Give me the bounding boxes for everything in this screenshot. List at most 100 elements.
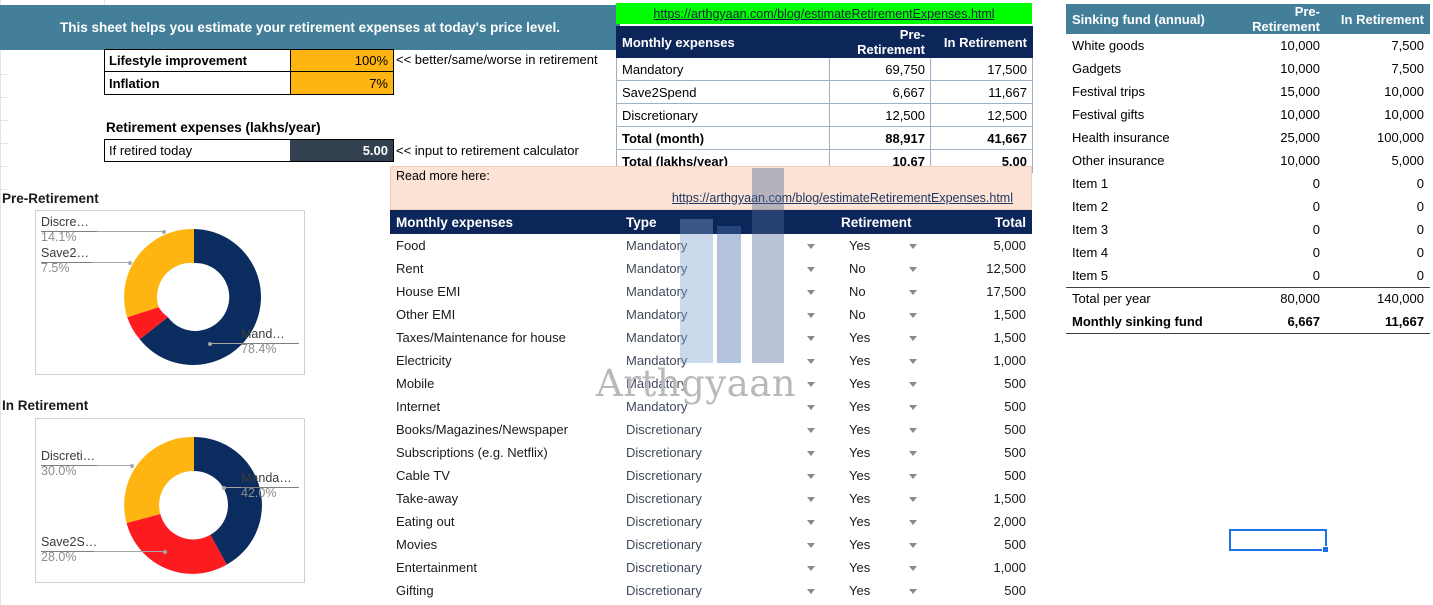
sinking-row-post[interactable]: 10,000	[1326, 103, 1430, 126]
read-more-link-wrap[interactable]: https://arthgyaan.com/blog/estimateRetir…	[391, 190, 1013, 205]
blog-link-cell[interactable]: https://arthgyaan.com/blog/estimateRetir…	[616, 3, 1032, 24]
chevron-down-icon[interactable]	[909, 519, 917, 525]
sinking-row-pre[interactable]: 80,000	[1222, 286, 1326, 310]
chevron-down-icon[interactable]	[909, 542, 917, 548]
expense-retirement-dropdown[interactable]: Yes	[835, 349, 945, 372]
expense-retirement-dropdown[interactable]: No	[835, 280, 945, 303]
expense-retirement-dropdown[interactable]: Yes	[835, 234, 945, 257]
expense-total[interactable]: 17,500	[945, 280, 1032, 303]
read-more-link[interactable]: https://arthgyaan.com/blog/estimateRetir…	[672, 191, 1013, 205]
chevron-down-icon[interactable]	[807, 542, 815, 548]
chevron-down-icon[interactable]	[807, 565, 815, 571]
chevron-down-icon[interactable]	[807, 381, 815, 387]
expense-type-dropdown[interactable]: Mandatory	[620, 395, 835, 418]
expense-type-dropdown[interactable]: Discretionary	[620, 556, 835, 579]
chevron-down-icon[interactable]	[909, 427, 917, 433]
chevron-down-icon[interactable]	[807, 473, 815, 479]
chevron-down-icon[interactable]	[909, 450, 917, 456]
expense-retirement-dropdown[interactable]: Yes	[835, 418, 945, 441]
expense-type-dropdown[interactable]: Discretionary	[620, 579, 835, 602]
chevron-down-icon[interactable]	[909, 588, 917, 594]
expense-type-dropdown[interactable]: Mandatory	[620, 257, 835, 280]
expense-type-dropdown[interactable]: Mandatory	[620, 326, 835, 349]
chevron-down-icon[interactable]	[807, 335, 815, 341]
expense-retirement-dropdown[interactable]: Yes	[835, 326, 945, 349]
sinking-row-pre[interactable]: 0	[1222, 241, 1326, 264]
chevron-down-icon[interactable]	[909, 496, 917, 502]
chevron-down-icon[interactable]	[807, 588, 815, 594]
expense-type-dropdown[interactable]: Discretionary	[620, 487, 835, 510]
expense-type-dropdown[interactable]: Discretionary	[620, 533, 835, 556]
expense-total[interactable]: 500	[945, 395, 1032, 418]
sinking-row-pre[interactable]: 0	[1222, 195, 1326, 218]
sinking-row-post[interactable]: 7,500	[1326, 57, 1430, 80]
expense-retirement-dropdown[interactable]: Yes	[835, 533, 945, 556]
expense-total[interactable]: 500	[945, 418, 1032, 441]
expense-total[interactable]: 500	[945, 441, 1032, 464]
sinking-row-pre[interactable]: 0	[1222, 264, 1326, 287]
chevron-down-icon[interactable]	[909, 473, 917, 479]
sinking-row-pre[interactable]: 25,000	[1222, 126, 1326, 149]
sinking-row-pre[interactable]: 10,000	[1222, 57, 1326, 80]
chevron-down-icon[interactable]	[909, 335, 917, 341]
sinking-row-post[interactable]: 0	[1326, 264, 1430, 287]
expense-retirement-dropdown[interactable]: Yes	[835, 395, 945, 418]
expense-type-dropdown[interactable]: Mandatory	[620, 234, 835, 257]
chevron-down-icon[interactable]	[909, 381, 917, 387]
chevron-down-icon[interactable]	[909, 404, 917, 410]
sinking-row-post[interactable]: 0	[1326, 172, 1430, 195]
expense-type-dropdown[interactable]: Mandatory	[620, 349, 835, 372]
sinking-row-pre[interactable]: 10,000	[1222, 103, 1326, 126]
sinking-row-pre[interactable]: 6,667	[1222, 310, 1326, 334]
expense-type-dropdown[interactable]: Discretionary	[620, 418, 835, 441]
sinking-row-pre[interactable]: 0	[1222, 172, 1326, 195]
expense-total[interactable]: 500	[945, 372, 1032, 395]
expense-total[interactable]: 500	[945, 579, 1032, 602]
chevron-down-icon[interactable]	[909, 358, 917, 364]
blog-link[interactable]: https://arthgyaan.com/blog/estimateRetir…	[653, 7, 994, 21]
chevron-down-icon[interactable]	[807, 496, 815, 502]
chevron-down-icon[interactable]	[909, 266, 917, 272]
chevron-down-icon[interactable]	[909, 243, 917, 249]
chevron-down-icon[interactable]	[807, 358, 815, 364]
expense-total[interactable]: 500	[945, 464, 1032, 487]
chevron-down-icon[interactable]	[807, 312, 815, 318]
expense-total[interactable]: 1,500	[945, 303, 1032, 326]
chevron-down-icon[interactable]	[807, 243, 815, 249]
sinking-row-pre[interactable]: 10,000	[1222, 149, 1326, 172]
sinking-row-post[interactable]: 7,500	[1326, 34, 1430, 57]
chevron-down-icon[interactable]	[807, 519, 815, 525]
sinking-row-post[interactable]: 0	[1326, 218, 1430, 241]
sinking-row-pre[interactable]: 10,000	[1222, 34, 1326, 57]
sinking-row-post[interactable]: 140,000	[1326, 286, 1430, 310]
expense-type-dropdown[interactable]: Discretionary	[620, 510, 835, 533]
chevron-down-icon[interactable]	[909, 312, 917, 318]
sinking-row-pre[interactable]: 0	[1222, 218, 1326, 241]
expense-total[interactable]: 1,500	[945, 326, 1032, 349]
chevron-down-icon[interactable]	[807, 404, 815, 410]
expense-total[interactable]: 2,000	[945, 510, 1032, 533]
chevron-down-icon[interactable]	[909, 289, 917, 295]
expense-total[interactable]: 1,500	[945, 487, 1032, 510]
sinking-row-post[interactable]: 5,000	[1326, 149, 1430, 172]
chart-in-retirement[interactable]: Discreti… 30.0% Save2S… 28.0% Manda… 42.…	[35, 418, 305, 583]
expense-retirement-dropdown[interactable]: Yes	[835, 372, 945, 395]
expense-total[interactable]: 12,500	[945, 257, 1032, 280]
expense-retirement-dropdown[interactable]: Yes	[835, 579, 945, 602]
chevron-down-icon[interactable]	[807, 427, 815, 433]
expense-retirement-dropdown[interactable]: No	[835, 257, 945, 280]
lifestyle-improvement-input[interactable]: 100%	[290, 50, 393, 71]
expense-total[interactable]: 5,000	[945, 234, 1032, 257]
chevron-down-icon[interactable]	[807, 266, 815, 272]
expense-total[interactable]: 1,000	[945, 349, 1032, 372]
sinking-row-post[interactable]: 0	[1326, 241, 1430, 264]
fill-handle[interactable]	[1322, 546, 1329, 553]
chevron-down-icon[interactable]	[909, 565, 917, 571]
expense-type-dropdown[interactable]: Discretionary	[620, 441, 835, 464]
expense-type-dropdown[interactable]: Mandatory	[620, 372, 835, 395]
sinking-row-post[interactable]: 10,000	[1326, 80, 1430, 103]
expense-type-dropdown[interactable]: Mandatory	[620, 280, 835, 303]
chevron-down-icon[interactable]	[807, 450, 815, 456]
expense-type-dropdown[interactable]: Discretionary	[620, 464, 835, 487]
sinking-row-post[interactable]: 11,667	[1326, 310, 1430, 334]
